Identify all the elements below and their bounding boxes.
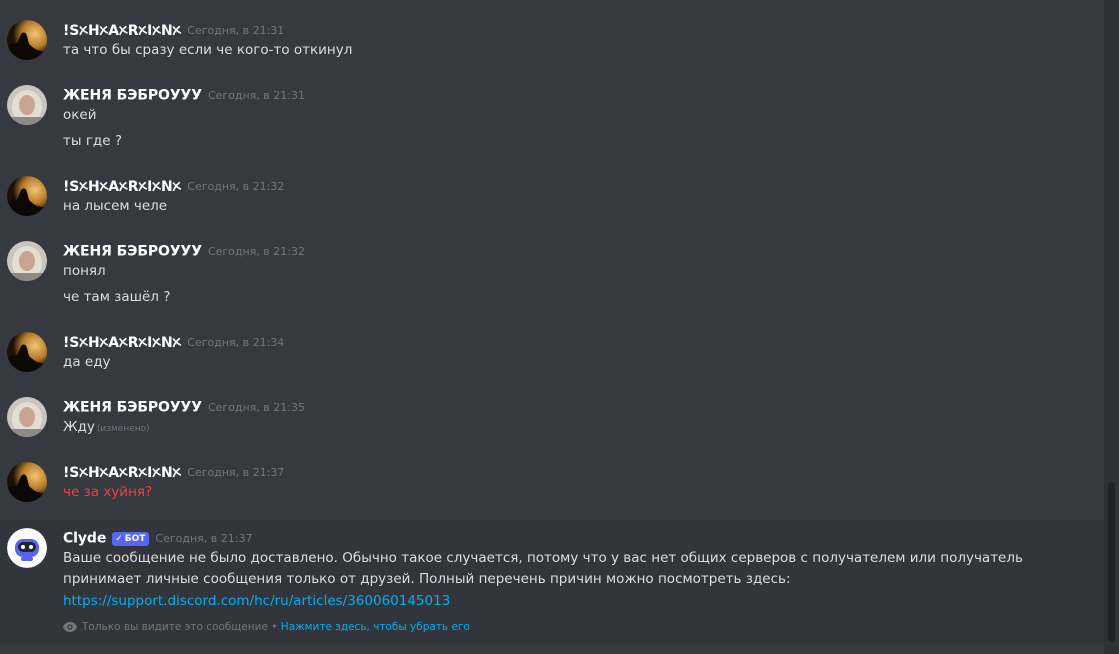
- girl-photo-avatar[interactable]: [7, 85, 47, 125]
- silhouette-sunset-avatar[interactable]: [7, 20, 47, 60]
- username[interactable]: ЖЕНЯ БЭБРОУУУ: [63, 88, 202, 104]
- silhouette-sunset-avatar[interactable]: [7, 176, 47, 216]
- message-text: понял: [63, 263, 106, 279]
- silhouette-sunset-avatar[interactable]: [7, 462, 47, 502]
- message-header: ЖЕНЯ БЭБРОУУУ Сегодня, в 21:35: [63, 397, 305, 417]
- message-body: Жду: [63, 419, 95, 435]
- message-text: че там зашёл ?: [63, 289, 171, 305]
- bot-badge-label: БОТ: [124, 533, 146, 544]
- message-header: !SᝣHᝣAᝣRᝣIᝣNᝣ Сегодня, в 21:34: [63, 332, 284, 352]
- scrollbar[interactable]: [1104, 0, 1119, 654]
- chat-messages: !SᝣHᝣAᝣRᝣIᝣNᝣ Сегодня, в 21:31 та что бы …: [0, 0, 1119, 654]
- girl-photo-avatar[interactable]: [7, 397, 47, 437]
- message-header: Clyde ✓ БОТ Сегодня, в 21:37: [63, 528, 252, 548]
- edited-label: (изменено): [96, 424, 150, 434]
- clyde-message: Clyde ✓ БОТ Сегодня, в 21:37 Ваше сообщение…: [0, 520, 1104, 644]
- message-text: Жду (изменено): [63, 419, 150, 435]
- silhouette-sunset-avatar[interactable]: [7, 332, 47, 372]
- timestamp[interactable]: Сегодня, в 21:35: [208, 401, 305, 414]
- message-header: !SᝣHᝣAᝣRᝣIᝣNᝣ Сегодня, в 21:32: [63, 176, 284, 196]
- timestamp[interactable]: Сегодня, в 21:31: [208, 89, 305, 102]
- message-text: на лысем челе: [63, 198, 168, 214]
- username[interactable]: ЖЕНЯ БЭБРОУУУ: [63, 244, 202, 260]
- ephemeral-text: Только вы видите это сообщение: [82, 621, 268, 633]
- timestamp[interactable]: Сегодня, в 21:37: [187, 466, 284, 479]
- message-header: ЖЕНЯ БЭБРОУУУ Сегодня, в 21:31: [63, 85, 305, 105]
- message-text: принимает личные сообщения только от дру…: [63, 571, 791, 587]
- username[interactable]: ЖЕНЯ БЭБРОУУУ: [63, 400, 202, 416]
- scrollbar-thumb[interactable]: [1108, 482, 1115, 642]
- clyde-robot-avatar[interactable]: [7, 528, 47, 568]
- message-header: ЖЕНЯ БЭБРОУУУ Сегодня, в 21:32: [63, 241, 305, 261]
- message-text: ты где ?: [63, 133, 123, 149]
- username[interactable]: Clyde: [63, 531, 106, 547]
- username[interactable]: !SᝣHᝣAᝣRᝣIᝣNᝣ: [63, 179, 181, 195]
- eye-icon: [63, 622, 77, 632]
- username[interactable]: !SᝣHᝣAᝣRᝣIᝣNᝣ: [63, 465, 181, 481]
- message-header: !SᝣHᝣAᝣRᝣIᝣNᝣ Сегодня, в 21:37: [63, 462, 284, 482]
- message-text: окей: [63, 107, 97, 123]
- timestamp[interactable]: Сегодня, в 21:37: [155, 532, 252, 545]
- ephemeral-note: Только вы видите это сообщение • Нажмите…: [63, 621, 470, 633]
- bot-badge: ✓ БОТ: [112, 531, 150, 546]
- checkmark-icon: ✓: [115, 533, 123, 544]
- message-text: да еду: [63, 354, 111, 370]
- message-header: !SᝣHᝣAᝣRᝣIᝣNᝣ Сегодня, в 21:31: [63, 20, 284, 40]
- girl-photo-avatar[interactable]: [7, 241, 47, 281]
- timestamp[interactable]: Сегодня, в 21:34: [187, 336, 284, 349]
- clyde-message-body: Ваше сообщение не было доставлено. Обычн…: [63, 548, 1063, 612]
- support-link[interactable]: https://support.discord.com/hc/ru/articl…: [63, 591, 450, 612]
- separator: •: [271, 621, 278, 633]
- username[interactable]: !SᝣHᝣAᝣRᝣIᝣNᝣ: [63, 335, 181, 351]
- message-text: Ваше сообщение не было доставлено. Обычн…: [63, 550, 1023, 566]
- timestamp[interactable]: Сегодня, в 21:31: [187, 24, 284, 37]
- username[interactable]: !SᝣHᝣAᝣRᝣIᝣNᝣ: [63, 23, 181, 39]
- timestamp[interactable]: Сегодня, в 21:32: [208, 245, 305, 258]
- message-text: та что бы сразу если че кого-то откинул: [63, 42, 353, 58]
- timestamp[interactable]: Сегодня, в 21:32: [187, 180, 284, 193]
- failed-message-text: че за хуйня?: [63, 484, 153, 500]
- dismiss-link[interactable]: Нажмите здесь, чтобы убрать его: [281, 621, 470, 633]
